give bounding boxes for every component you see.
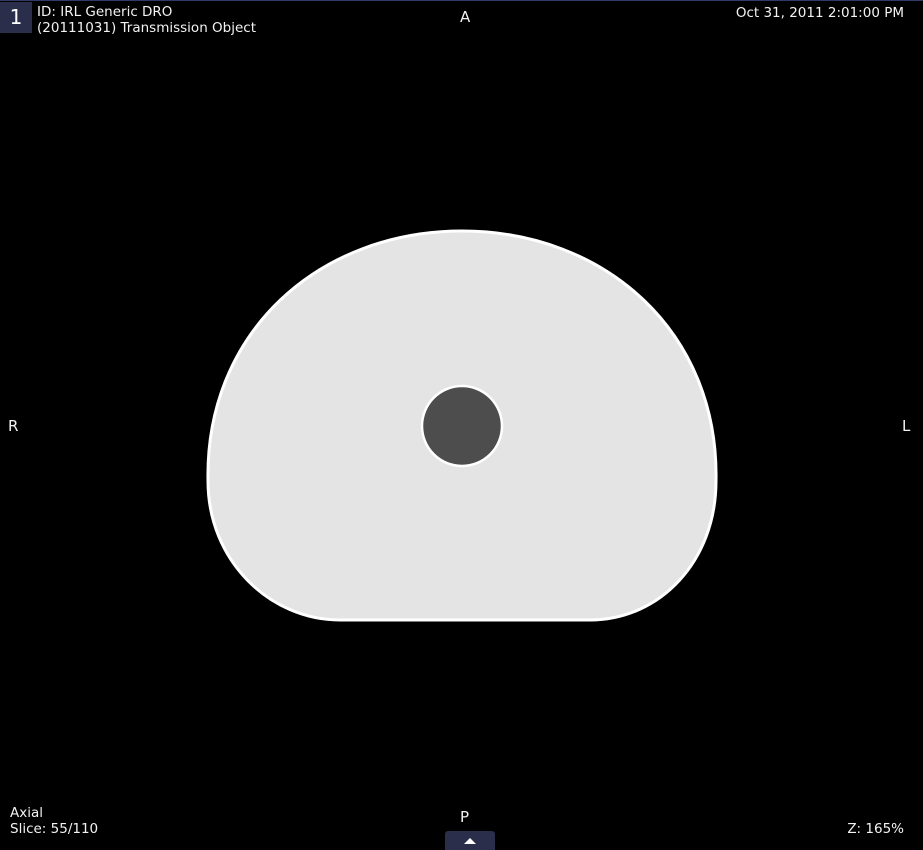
image-viewport[interactable]: 1 ID: IRL Generic DRO (20111031) Transmi… bbox=[0, 0, 923, 850]
ct-slice-image[interactable] bbox=[0, 1, 923, 850]
study-datetime: Oct 31, 2011 2:01:00 PM bbox=[735, 5, 904, 21]
phantom-insert bbox=[420, 384, 504, 468]
series-description: (20111031) Transmission Object bbox=[37, 20, 257, 36]
slice-counter: Slice: 55/110 bbox=[10, 821, 99, 837]
orientation-plane: Axial bbox=[10, 805, 43, 821]
chevron-up-icon bbox=[464, 838, 476, 844]
slice-info-overlay: Axial Slice: 55/110 bbox=[10, 805, 98, 837]
orientation-marker-top: A bbox=[460, 8, 471, 26]
expand-toolbar-button[interactable] bbox=[445, 831, 495, 850]
patient-id: ID: IRL Generic DRO bbox=[37, 4, 173, 20]
patient-info-overlay: ID: IRL Generic DRO (20111031) Transmiss… bbox=[37, 4, 256, 36]
orientation-marker-left: R bbox=[8, 417, 19, 435]
viewport-index-badge[interactable]: 1 bbox=[0, 2, 32, 33]
zoom-level: Z: 165% bbox=[847, 821, 904, 837]
orientation-marker-right: L bbox=[902, 417, 911, 435]
orientation-marker-bottom: P bbox=[460, 808, 470, 826]
